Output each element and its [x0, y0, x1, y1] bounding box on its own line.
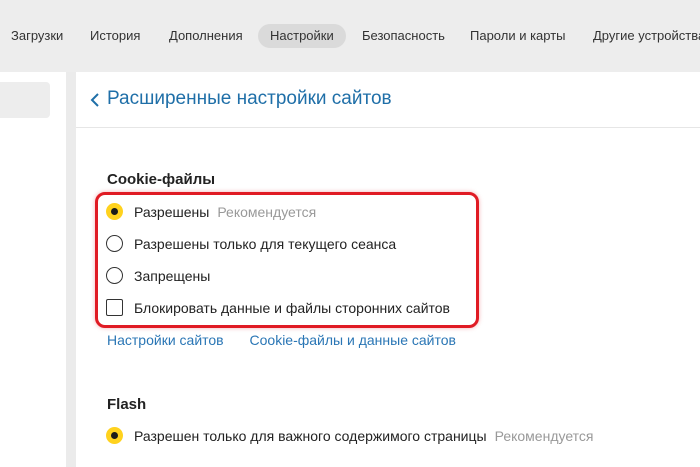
site-settings-link[interactable]: Настройки сайтов	[107, 332, 224, 348]
recommended-hint: Рекомендуется	[494, 428, 594, 444]
sidebar-item-active[interactable]	[0, 82, 50, 118]
chevron-left-icon[interactable]	[88, 91, 102, 109]
radio-unchecked-icon[interactable]	[106, 235, 123, 252]
cookies-section-title: Cookie-файлы	[107, 171, 216, 188]
tab-history[interactable]: История	[90, 24, 140, 48]
checkbox-icon[interactable]	[106, 299, 123, 316]
page-title: Расширенные настройки сайтов	[107, 88, 392, 109]
page-header: Расширенные настройки сайтов	[76, 72, 700, 128]
recommended-hint: Рекомендуется	[217, 204, 317, 220]
top-navigation: Загрузки История Дополнения Настройки Бе…	[0, 0, 700, 72]
tab-downloads[interactable]: Загрузки	[11, 24, 63, 48]
option-label: Запрещены	[134, 268, 211, 284]
option-label: Разрешены	[134, 204, 210, 220]
tab-other-devices[interactable]: Другие устройства	[593, 24, 700, 48]
tab-extensions[interactable]: Дополнения	[169, 24, 243, 48]
tab-passwords-cards[interactable]: Пароли и карты	[470, 24, 566, 48]
flash-section-title: Flash	[107, 396, 147, 413]
radio-checked-icon[interactable]	[106, 427, 123, 444]
tab-security[interactable]: Безопасность	[362, 24, 445, 48]
option-label: Разрешен только для важного содержимого …	[134, 428, 487, 444]
cookies-and-site-data-link[interactable]: Cookie-файлы и данные сайтов	[250, 332, 456, 348]
tab-settings[interactable]: Настройки	[258, 24, 346, 48]
cookie-links: Настройки сайтов Cookie-файлы и данные с…	[107, 332, 456, 348]
settings-panel: Расширенные настройки сайтов Cookie-файл…	[76, 72, 700, 467]
radio-checked-icon[interactable]	[106, 203, 123, 220]
radio-unchecked-icon[interactable]	[106, 267, 123, 284]
sidebar	[0, 72, 66, 467]
option-label: Разрешены только для текущего сеанса	[134, 236, 397, 252]
option-label: Блокировать данные и файлы сторонних сай…	[134, 300, 450, 316]
